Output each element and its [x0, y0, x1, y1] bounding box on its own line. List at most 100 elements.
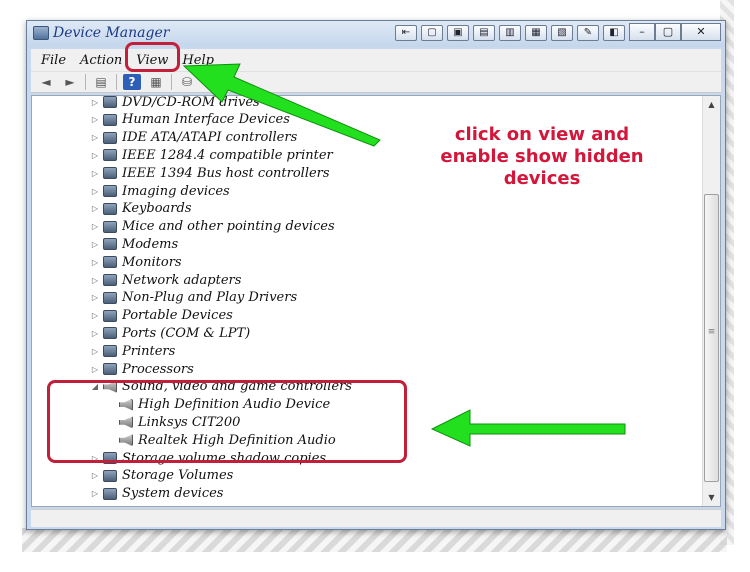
device-icon: [103, 327, 117, 340]
device-icon: [103, 469, 117, 482]
device-icon: [103, 291, 117, 304]
annotation-text: click on view and enable show hidden dev…: [440, 124, 644, 189]
collapsed-arrow-icon[interactable]: ▷: [90, 258, 100, 267]
collapsed-arrow-icon[interactable]: ▷: [90, 365, 100, 374]
title-tool-button[interactable]: ⇤: [395, 25, 417, 41]
collapsed-arrow-icon[interactable]: ▷: [90, 293, 100, 302]
window-title: Device Manager: [53, 25, 170, 41]
device-category-item[interactable]: ▷ Human Interface Devices: [90, 111, 290, 129]
toolbar-separator: [85, 74, 86, 90]
device-category-item[interactable]: ▷ Printers: [90, 342, 175, 360]
collapsed-arrow-icon[interactable]: ▷: [90, 169, 100, 178]
device-label: Human Interface Devices: [122, 112, 290, 128]
menu-file[interactable]: File: [41, 53, 66, 68]
status-bar: [31, 509, 721, 527]
scrollbar-thumb[interactable]: ≡: [704, 194, 719, 482]
device-category-item[interactable]: ▷ Modems: [90, 235, 178, 253]
scroll-down-arrow[interactable]: ▼: [703, 489, 720, 506]
back-arrow-icon[interactable]: ◄: [37, 74, 55, 90]
device-category-item[interactable]: ▷ Network adapters: [90, 271, 242, 289]
device-label: IDE ATA/ATAPI controllers: [122, 130, 298, 146]
device-category-item[interactable]: ▷ Mice and other pointing devices: [90, 218, 335, 236]
device-label: Portable Devices: [122, 308, 233, 324]
collapsed-arrow-icon[interactable]: ▷: [90, 187, 100, 196]
title-tool-button[interactable]: ◧: [603, 25, 625, 41]
maximize-button[interactable]: ▢: [655, 23, 681, 41]
device-label: Network adapters: [122, 272, 242, 288]
title-tool-button[interactable]: ▧: [551, 25, 573, 41]
toolbar-separator: [171, 74, 172, 90]
collapsed-arrow-icon[interactable]: ▷: [90, 115, 100, 124]
device-label: Storage Volumes: [122, 468, 234, 484]
title-tool-button[interactable]: ✎: [577, 25, 599, 41]
device-icon: [103, 202, 117, 215]
collapsed-arrow-icon[interactable]: ▷: [90, 347, 100, 356]
device-icon: [103, 131, 117, 144]
collapsed-arrow-icon[interactable]: ▷: [90, 329, 100, 338]
device-category-item[interactable]: ▷ Processors: [90, 360, 194, 378]
title-bar-tools: ⇤ ▢ ▣ ▤ ▥ ▦ ▧ ✎ ◧: [395, 25, 625, 41]
title-tool-button[interactable]: ▢: [421, 25, 443, 41]
menu-help[interactable]: Help: [182, 53, 214, 68]
device-icon: [103, 238, 117, 251]
device-label: System devices: [122, 486, 224, 502]
device-category-item[interactable]: ▷ Non-Plug and Play Drivers: [90, 289, 297, 307]
sound-controllers-highlight: [47, 380, 407, 463]
device-label: IEEE 1394 Bus host controllers: [122, 165, 330, 181]
device-icon: [103, 363, 117, 375]
collapsed-arrow-icon[interactable]: ▷: [90, 240, 100, 249]
title-tool-button[interactable]: ▥: [499, 25, 521, 41]
title-tool-button[interactable]: ▤: [473, 25, 495, 41]
device-label: Non-Plug and Play Drivers: [122, 290, 298, 306]
device-label: Processors: [122, 361, 194, 377]
vertical-scrollbar[interactable]: ▲ ≡ ▼: [702, 96, 720, 506]
toolbar-separator: [116, 74, 117, 90]
collapsed-arrow-icon[interactable]: ▷: [90, 204, 100, 213]
device-manager-icon: [33, 26, 49, 40]
collapsed-arrow-icon[interactable]: ▷: [90, 151, 100, 160]
scan-hardware-icon[interactable]: ⛁: [178, 74, 196, 90]
view-menu-highlight: [125, 42, 180, 72]
forward-arrow-icon[interactable]: ►: [61, 74, 79, 90]
device-category-item[interactable]: ▷ IEEE 1284.4 compatible printer: [90, 146, 333, 164]
device-category-item[interactable]: ▷ Monitors: [90, 253, 182, 271]
help-icon[interactable]: ?: [123, 74, 141, 90]
device-category-item[interactable]: ▷ DVD/CD-ROM drives: [90, 95, 260, 111]
device-category-item[interactable]: ▷ IDE ATA/ATAPI controllers: [90, 129, 297, 147]
device-label: Imaging devices: [122, 183, 230, 199]
device-label: Printers: [122, 343, 176, 359]
collapsed-arrow-icon[interactable]: ▷: [90, 311, 100, 320]
device-label: Ports (COM & LPT): [122, 325, 251, 341]
device-category-item[interactable]: ▷ Imaging devices: [90, 182, 230, 200]
device-category-item[interactable]: ▷ Portable Devices: [90, 307, 233, 325]
collapsed-arrow-icon[interactable]: ▷: [90, 222, 100, 231]
device-category-item[interactable]: ▷ Keyboards: [90, 200, 192, 218]
collapsed-arrow-icon[interactable]: ▷: [90, 276, 100, 285]
scrollbar-grip-icon: ≡: [707, 327, 716, 337]
close-button[interactable]: ✕: [681, 23, 721, 41]
title-tool-button[interactable]: ▣: [447, 25, 469, 41]
device-icon: [103, 487, 117, 500]
device-category-item[interactable]: ▷ System devices: [90, 485, 224, 503]
device-label: DVD/CD-ROM drives: [122, 95, 260, 110]
minimize-button[interactable]: –: [629, 23, 655, 41]
device-icon: [103, 167, 117, 180]
collapsed-arrow-icon[interactable]: ▷: [90, 98, 100, 107]
device-category-item[interactable]: ▷ Storage Volumes: [90, 467, 233, 485]
device-icon: [103, 256, 117, 269]
device-category-item[interactable]: ▷ Ports (COM & LPT): [90, 324, 250, 342]
device-category-item[interactable]: ▷ IEEE 1394 Bus host controllers: [90, 164, 330, 182]
update-driver-icon[interactable]: ▦: [147, 74, 165, 90]
menu-action[interactable]: Action: [80, 53, 122, 68]
collapsed-arrow-icon[interactable]: ▷: [90, 489, 100, 498]
device-icon: [103, 220, 117, 233]
device-label: Monitors: [122, 254, 182, 270]
device-label: IEEE 1284.4 compatible printer: [122, 147, 333, 163]
title-tool-button[interactable]: ▦: [525, 25, 547, 41]
device-icon: [103, 149, 117, 162]
torn-edge-bottom: [22, 528, 727, 552]
scroll-up-arrow[interactable]: ▲: [703, 96, 720, 113]
collapsed-arrow-icon[interactable]: ▷: [90, 133, 100, 142]
properties-icon[interactable]: ▤: [92, 74, 110, 90]
collapsed-arrow-icon[interactable]: ▷: [90, 471, 100, 480]
